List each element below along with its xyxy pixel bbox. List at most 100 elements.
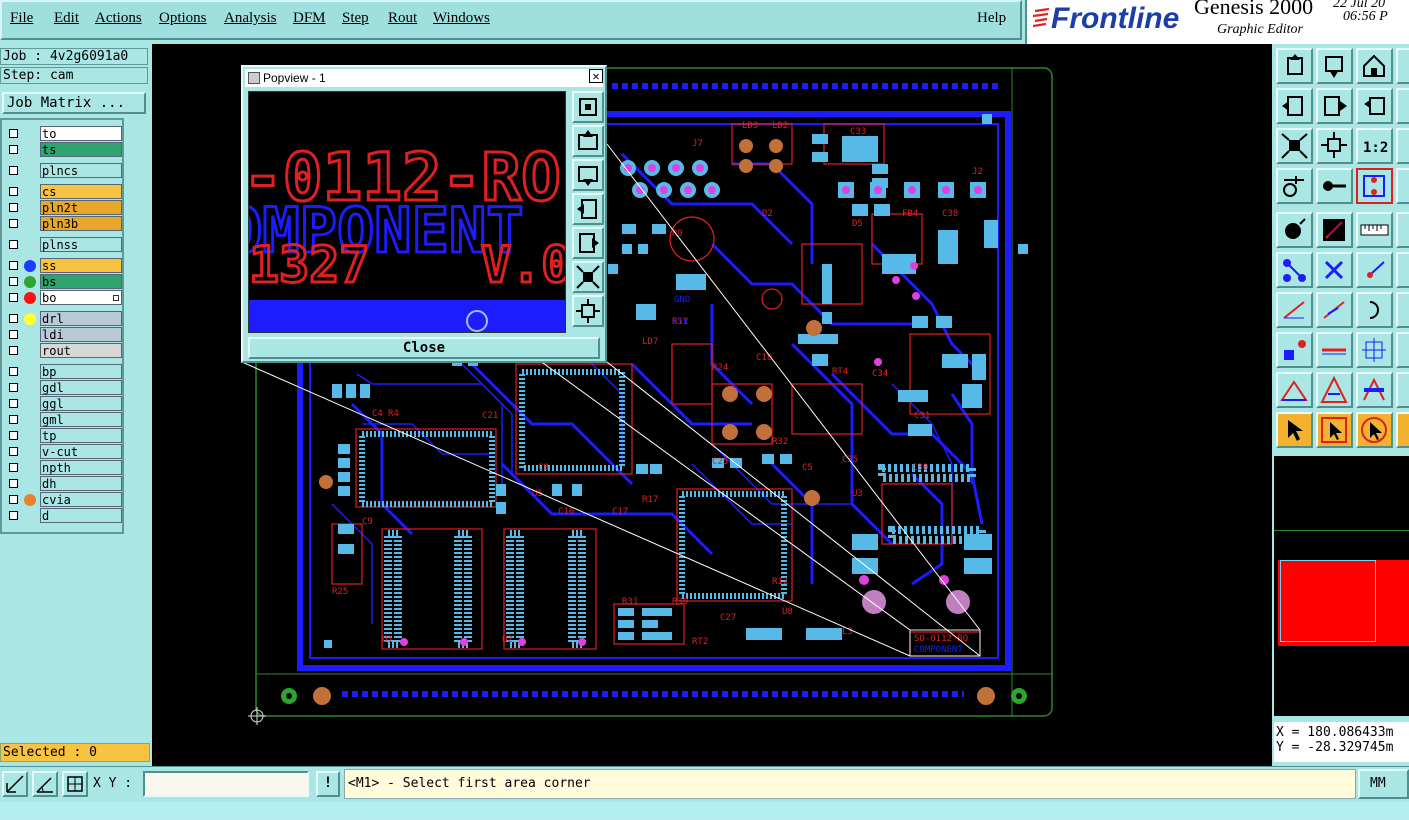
close-icon[interactable]: ✕ <box>589 69 603 83</box>
popview-pan-left-button[interactable] <box>572 193 604 225</box>
layer-row-to[interactable]: to <box>4 126 122 141</box>
tool-extra-9-icon[interactable] <box>1396 372 1409 408</box>
tool-key-icon[interactable] <box>1316 168 1353 204</box>
tool-left-icon[interactable] <box>1276 88 1313 124</box>
tool-extra-1-icon[interactable] <box>1396 48 1409 84</box>
overview-viewport[interactable] <box>1280 560 1376 642</box>
layer-name[interactable]: npth <box>40 460 122 475</box>
tool-extra-10-icon[interactable] <box>1396 412 1409 448</box>
layer-row-npth[interactable]: npth <box>4 460 122 475</box>
layer-name[interactable]: tp <box>40 428 122 443</box>
tool-extra-3-icon[interactable] <box>1396 128 1409 164</box>
layer-checkbox[interactable] <box>9 479 18 488</box>
popview-zoom-in-button[interactable] <box>572 261 604 293</box>
layer-row-rout[interactable]: rout <box>4 343 122 358</box>
tool-zoom-out-icon[interactable] <box>1316 128 1353 164</box>
tool-cross-icon[interactable] <box>1316 252 1353 288</box>
menu-rout[interactable]: Rout <box>388 10 417 27</box>
layer-checkbox[interactable] <box>9 240 18 249</box>
layer-checkbox[interactable] <box>9 293 18 302</box>
layer-name[interactable]: d <box>40 508 122 523</box>
tool-layers-active-icon[interactable] <box>1356 168 1393 204</box>
layer-row-pln2t[interactable]: pln2t <box>4 200 122 215</box>
tool-arc-icon[interactable] <box>1356 292 1393 328</box>
tool-extra-6-icon[interactable] <box>1396 252 1409 288</box>
job-matrix-button[interactable]: Job Matrix ... <box>2 92 146 114</box>
popview-zoom-fit-button[interactable] <box>572 91 604 123</box>
exclamation-button[interactable]: ! <box>316 771 340 797</box>
layer-row-ss[interactable]: ss <box>4 258 122 273</box>
layer-checkbox[interactable] <box>9 314 18 323</box>
tool-line-icon[interactable] <box>1316 212 1353 248</box>
layer-row-drl[interactable]: drl <box>4 311 122 326</box>
layer-checkbox[interactable] <box>9 415 18 424</box>
tool-pad-icon[interactable] <box>1276 212 1313 248</box>
tool-measure-icon[interactable] <box>1356 332 1393 368</box>
layer-checkbox[interactable] <box>9 511 18 520</box>
popview-close-button[interactable]: Close <box>248 337 600 359</box>
layer-row-gml[interactable]: gml <box>4 412 122 427</box>
layer-row-ldi[interactable]: ldi <box>4 327 122 342</box>
menu-help[interactable]: Help <box>977 10 1006 27</box>
tool-extra-5-icon[interactable] <box>1396 212 1409 248</box>
tool-move-icon[interactable] <box>1356 252 1393 288</box>
layer-row-d[interactable]: d <box>4 508 122 523</box>
layer-row-pln3b[interactable]: pln3b <box>4 216 122 231</box>
layer-name[interactable]: gdl <box>40 380 122 395</box>
tool-extra-8-icon[interactable] <box>1396 332 1409 368</box>
menu-options[interactable]: Options <box>159 10 207 27</box>
layer-row-gdl[interactable]: gdl <box>4 380 122 395</box>
layer-checkbox[interactable] <box>9 346 18 355</box>
tool-settings-icon[interactable] <box>1276 168 1313 204</box>
layer-checkbox[interactable] <box>9 187 18 196</box>
menu-analysis[interactable]: Analysis <box>224 10 277 27</box>
popview-pan-up-button[interactable] <box>572 125 604 157</box>
layer-name[interactable]: rout <box>40 343 122 358</box>
layer-name[interactable]: to <box>40 126 122 141</box>
tool-extra-7-icon[interactable] <box>1396 292 1409 328</box>
layer-row-cs[interactable]: cs <box>4 184 122 199</box>
layer-checkbox[interactable] <box>9 463 18 472</box>
layer-name[interactable]: v-cut <box>40 444 122 459</box>
layer-checkbox[interactable] <box>9 219 18 228</box>
layer-checkbox[interactable] <box>9 203 18 212</box>
tool-split-icon[interactable] <box>1316 332 1353 368</box>
layer-name[interactable]: gml <box>40 412 122 427</box>
tool-extra-2-icon[interactable] <box>1396 88 1409 124</box>
layer-name[interactable]: plncs <box>40 163 122 178</box>
layer-name[interactable]: cs <box>40 184 122 199</box>
layer-checkbox[interactable] <box>9 399 18 408</box>
layer-name[interactable]: ldi <box>40 327 122 342</box>
menu-windows[interactable]: Windows <box>433 10 490 27</box>
layer-checkbox[interactable] <box>9 431 18 440</box>
popview-pan-down-button[interactable] <box>572 159 604 191</box>
tool-polygon-icon[interactable] <box>1316 372 1353 408</box>
layer-row-cvia[interactable]: cvia <box>4 492 122 507</box>
layer-name[interactable]: ggl <box>40 396 122 411</box>
popview-zoom-out-button[interactable] <box>572 295 604 327</box>
layer-name[interactable]: bs <box>40 274 122 289</box>
tool-select-pointer-icon[interactable] <box>1276 412 1313 448</box>
tool-step-icon[interactable] <box>1276 332 1313 368</box>
units-button[interactable]: MM <box>1358 769 1409 799</box>
layer-checkbox[interactable] <box>9 145 18 154</box>
tool-extra-4-icon[interactable] <box>1396 168 1409 204</box>
layer-name[interactable]: drl <box>40 311 122 326</box>
layer-checkbox[interactable] <box>9 367 18 376</box>
layer-checkbox[interactable] <box>9 383 18 392</box>
tool-home-icon[interactable] <box>1356 48 1393 84</box>
layer-row-tp[interactable]: tp <box>4 428 122 443</box>
tool-select-circle-icon[interactable] <box>1356 412 1393 448</box>
layer-row-plncs[interactable]: plncs <box>4 163 122 178</box>
layer-checkbox[interactable] <box>9 495 18 504</box>
layer-name[interactable]: bo <box>40 290 122 305</box>
layer-checkbox[interactable] <box>9 129 18 138</box>
layer-checkbox[interactable] <box>9 261 18 270</box>
layer-row-dh[interactable]: dh <box>4 476 122 491</box>
overview-map[interactable] <box>1274 456 1409 716</box>
tool-draw-line-icon[interactable] <box>1276 292 1313 328</box>
snap-icon[interactable] <box>2 771 28 797</box>
layer-row-bp[interactable]: bp <box>4 364 122 379</box>
angle-icon[interactable] <box>32 771 58 797</box>
tool-scale-1-1-icon[interactable]: 1:2 <box>1356 128 1393 164</box>
